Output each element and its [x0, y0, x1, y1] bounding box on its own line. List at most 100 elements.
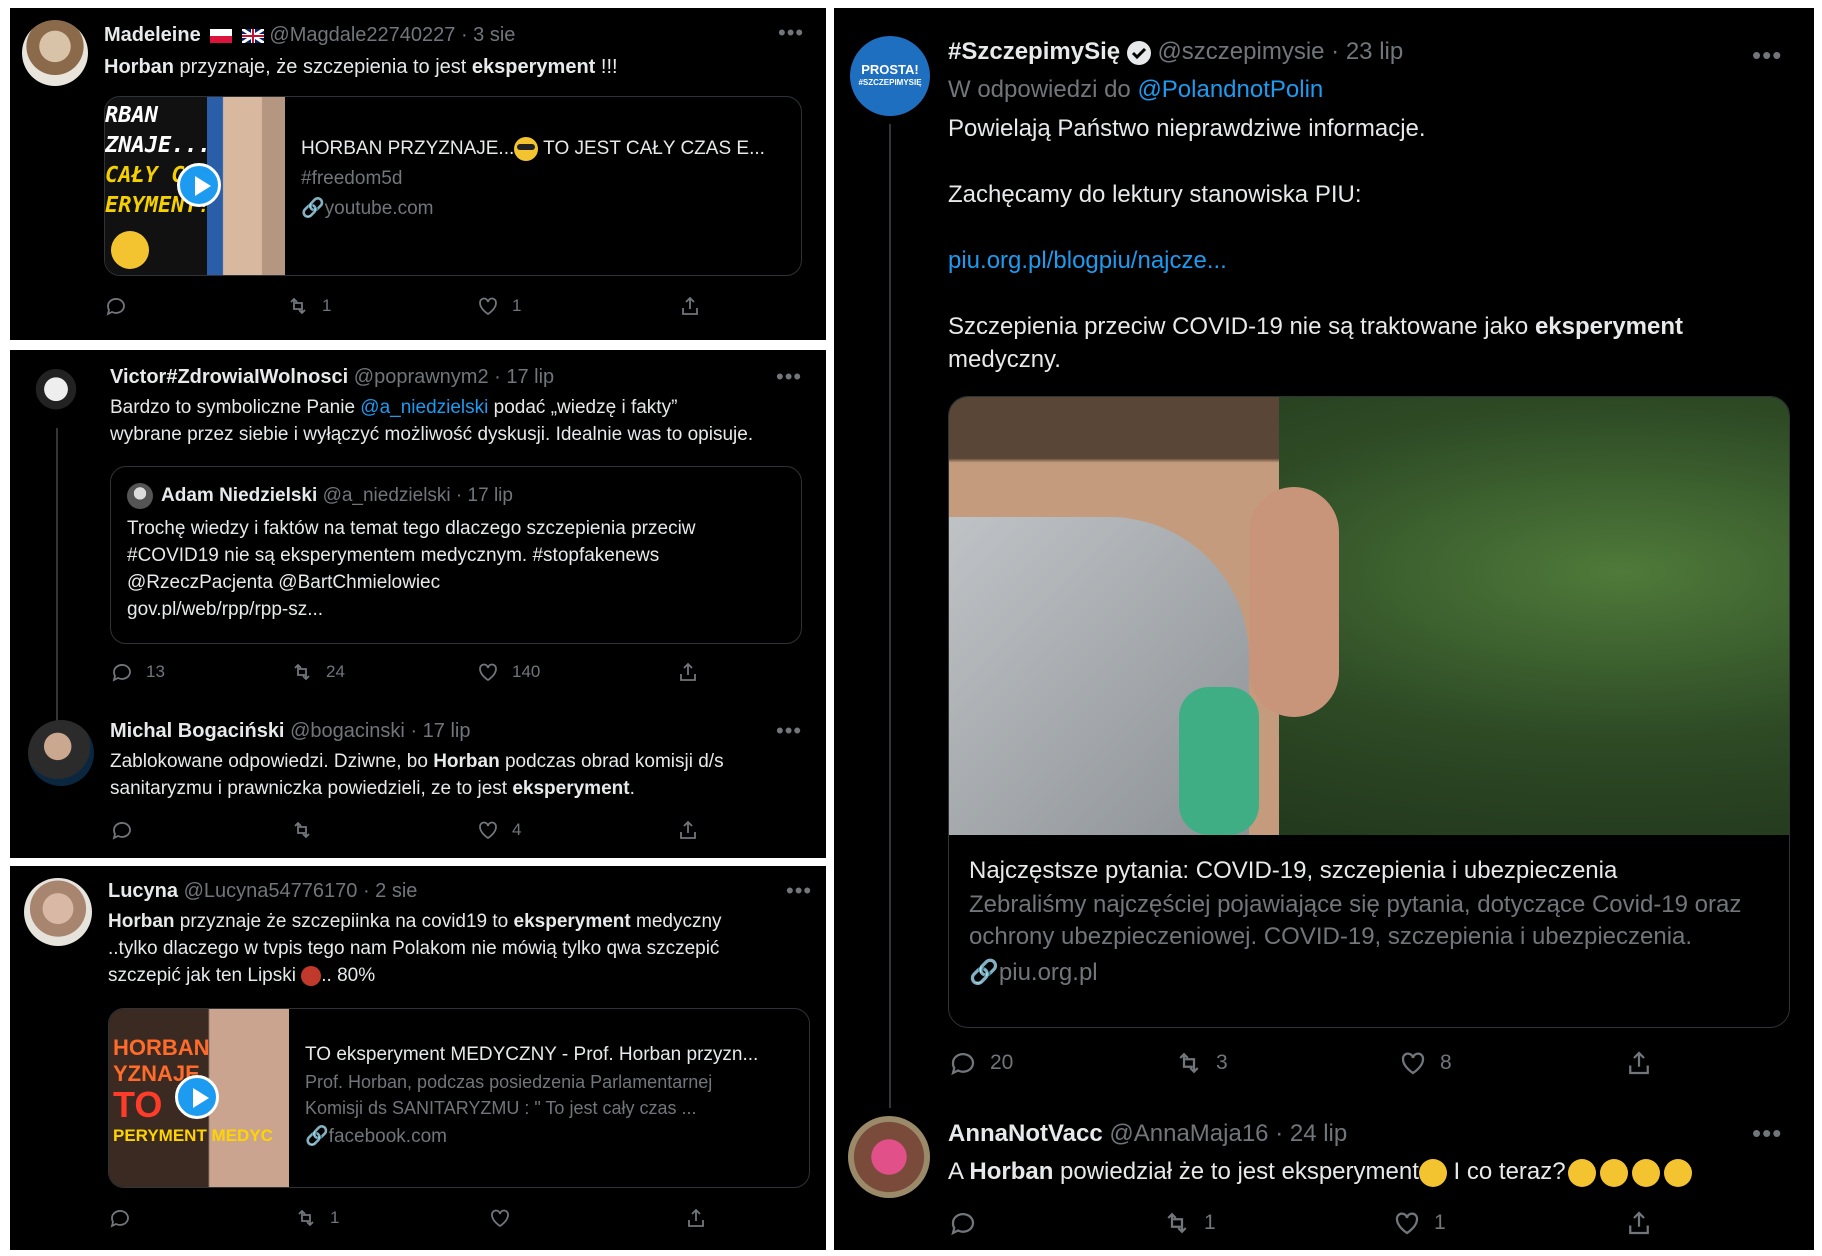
tweet-time[interactable]: · 23 lip [1331, 38, 1403, 65]
article-link[interactable]: piu.org.pl/blogpiu/najcze... [948, 244, 1778, 277]
more-options-icon[interactable]: ••• [776, 718, 802, 744]
quoted-tweet[interactable]: Adam Niedzielski @a_niedzielski · 17 lip… [110, 466, 802, 644]
share-button[interactable] [1624, 1208, 1654, 1238]
link-card[interactable]: RBAN ZNAJE... CAŁY CZ ERYMENT! HORBAN PR… [104, 96, 802, 276]
retweet-icon [1179, 1052, 1199, 1074]
tweet-time[interactable]: · 17 lip [494, 366, 554, 388]
like-button[interactable]: 4 [476, 818, 521, 842]
like-button[interactable]: 1 [1392, 1208, 1446, 1238]
avatar[interactable] [22, 20, 88, 86]
share-button[interactable] [678, 294, 702, 318]
mention-link[interactable]: @a_niedzielski [360, 397, 488, 418]
heart-icon [491, 1209, 509, 1228]
author-handle[interactable]: @bogacinski [290, 720, 405, 742]
link-card[interactable]: HORBAN YZNAJE TO PERYMENT MEDYC TO ekspe… [108, 1008, 810, 1188]
avatar[interactable] [24, 878, 92, 946]
like-button[interactable]: 1 [476, 294, 521, 318]
card-title-2: TO JEST CAŁY CZAS E... [538, 138, 765, 159]
author-handle[interactable]: @Lucyna54776170 [184, 880, 358, 902]
tweet-panel-lucyna: Lucyna @Lucyna54776170 · 2 sie ••• Horba… [10, 866, 826, 1250]
tweet-text: medyczny [630, 911, 722, 932]
like-button[interactable]: 140 [476, 660, 540, 684]
tweet-time[interactable]: · 17 lip [410, 720, 470, 742]
mask-valve-photo [1179, 687, 1259, 835]
quote-author-handle: @a_niedzielski [322, 485, 451, 506]
avatar[interactable] [848, 1116, 930, 1198]
retweet-button[interactable]: 1 [1162, 1208, 1216, 1238]
author-handle[interactable]: @AnnaMaja16 [1109, 1120, 1268, 1147]
author-name[interactable]: Michal Bogaciński [110, 720, 285, 742]
reply-button[interactable]: 13 [110, 660, 165, 684]
heart-icon [1401, 1052, 1425, 1075]
tweet-text: przyznaje że szczepiinka na covid19 to [174, 911, 514, 932]
author-name[interactable]: Victor#ZdrowiaIWolnosci [110, 366, 348, 388]
retweet-icon [294, 663, 310, 681]
retweet-button[interactable] [290, 818, 314, 842]
tweet-actions: 1 1 [104, 294, 804, 324]
article-image [949, 397, 1789, 835]
avatar[interactable]: PROSTA! #SZCZEPIMYSIĘ [850, 36, 930, 116]
like-button[interactable]: 8 [1398, 1048, 1452, 1078]
avatar[interactable] [28, 720, 94, 786]
tweet-time[interactable]: · 2 sie [363, 880, 417, 902]
more-options-icon[interactable]: ••• [786, 878, 812, 904]
heart-icon [479, 821, 497, 840]
reply-button[interactable] [108, 1206, 132, 1230]
more-options-icon[interactable]: ••• [1752, 1118, 1782, 1149]
share-button[interactable] [684, 1206, 708, 1230]
more-options-icon[interactable]: ••• [776, 364, 802, 390]
retweet-button[interactable]: 3 [1174, 1048, 1228, 1078]
tweet-text: Bardzo to symboliczne Panie [110, 397, 361, 418]
like-count: 140 [512, 662, 541, 681]
retweet-button[interactable]: 24 [290, 660, 345, 684]
share-button[interactable] [676, 660, 700, 684]
author-name[interactable]: Lucyna [108, 880, 178, 902]
tweet-actions: 13 24 140 [110, 660, 800, 690]
video-thumbnail[interactable]: HORBAN YZNAJE TO PERYMENT MEDYC [109, 1009, 289, 1187]
reply-button[interactable] [104, 294, 128, 318]
devil-emoji-icon [301, 965, 322, 986]
more-options-icon[interactable]: ••• [1752, 40, 1782, 71]
tweet-actions: 20 3 8 [948, 1048, 1788, 1078]
author-handle[interactable]: @szczepimysie [1157, 38, 1324, 65]
play-icon[interactable] [177, 163, 221, 207]
author-handle[interactable]: @Magdale22740227 [269, 24, 455, 46]
share-button[interactable] [676, 818, 700, 842]
tweet-text: podczas obrad komisji d/s [499, 751, 724, 772]
retweet-button[interactable]: 1 [286, 294, 331, 318]
grinning-emoji-icon [1599, 1158, 1628, 1187]
bold-term: Horban [104, 56, 174, 78]
reply-icon [106, 298, 125, 316]
video-thumbnail[interactable]: RBAN ZNAJE... CAŁY CZ ERYMENT! [105, 97, 285, 275]
card-domain: youtube.com [324, 198, 434, 219]
share-button[interactable] [1624, 1048, 1654, 1078]
tweet-text: powiedział że to jest eksperyment [1053, 1158, 1419, 1185]
tweet-time[interactable]: · 3 sie [461, 24, 515, 46]
play-icon[interactable] [175, 1075, 219, 1119]
author-handle[interactable]: @poprawnym2 [354, 366, 489, 388]
author-name[interactable]: #SzczepimySię [948, 38, 1120, 65]
tweet-panel-madeleine: Madeleine @Magdale22740227 · 3 sie ••• H… [10, 8, 826, 340]
share-icon [1629, 1211, 1649, 1235]
tweet-text: podać „wiedzę i fakty” [488, 397, 678, 418]
reply-button[interactable]: 20 [948, 1048, 1013, 1078]
reply-button[interactable] [110, 818, 134, 842]
like-button[interactable] [488, 1206, 512, 1230]
tweet-time[interactable]: · 24 lip [1275, 1120, 1347, 1147]
author-name[interactable]: AnnaNotVacc [948, 1120, 1103, 1147]
reply-to-link[interactable]: @PolandnotPolin [1137, 76, 1323, 103]
link-icon: 🔗 [301, 198, 325, 219]
link-card[interactable]: Najczęstsze pytania: COVID-19, szczepien… [948, 396, 1790, 1028]
retweet-icon [290, 297, 306, 315]
card-description: Zebraliśmy najczęściej pojawiające się p… [969, 891, 1742, 918]
author-name[interactable]: Madeleine [104, 24, 201, 46]
reply-button[interactable] [948, 1208, 978, 1238]
share-icon [680, 820, 696, 839]
avatar[interactable] [28, 364, 84, 420]
grinning-emoji-icon [1567, 1158, 1596, 1187]
card-description: ochrony ubezpieczeniowej. COVID-19, szcz… [969, 923, 1693, 950]
uk-flag-icon [241, 28, 264, 43]
retweet-button[interactable]: 1 [294, 1206, 339, 1230]
tweet-text: A [948, 1158, 970, 1185]
more-options-icon[interactable]: ••• [778, 20, 804, 46]
